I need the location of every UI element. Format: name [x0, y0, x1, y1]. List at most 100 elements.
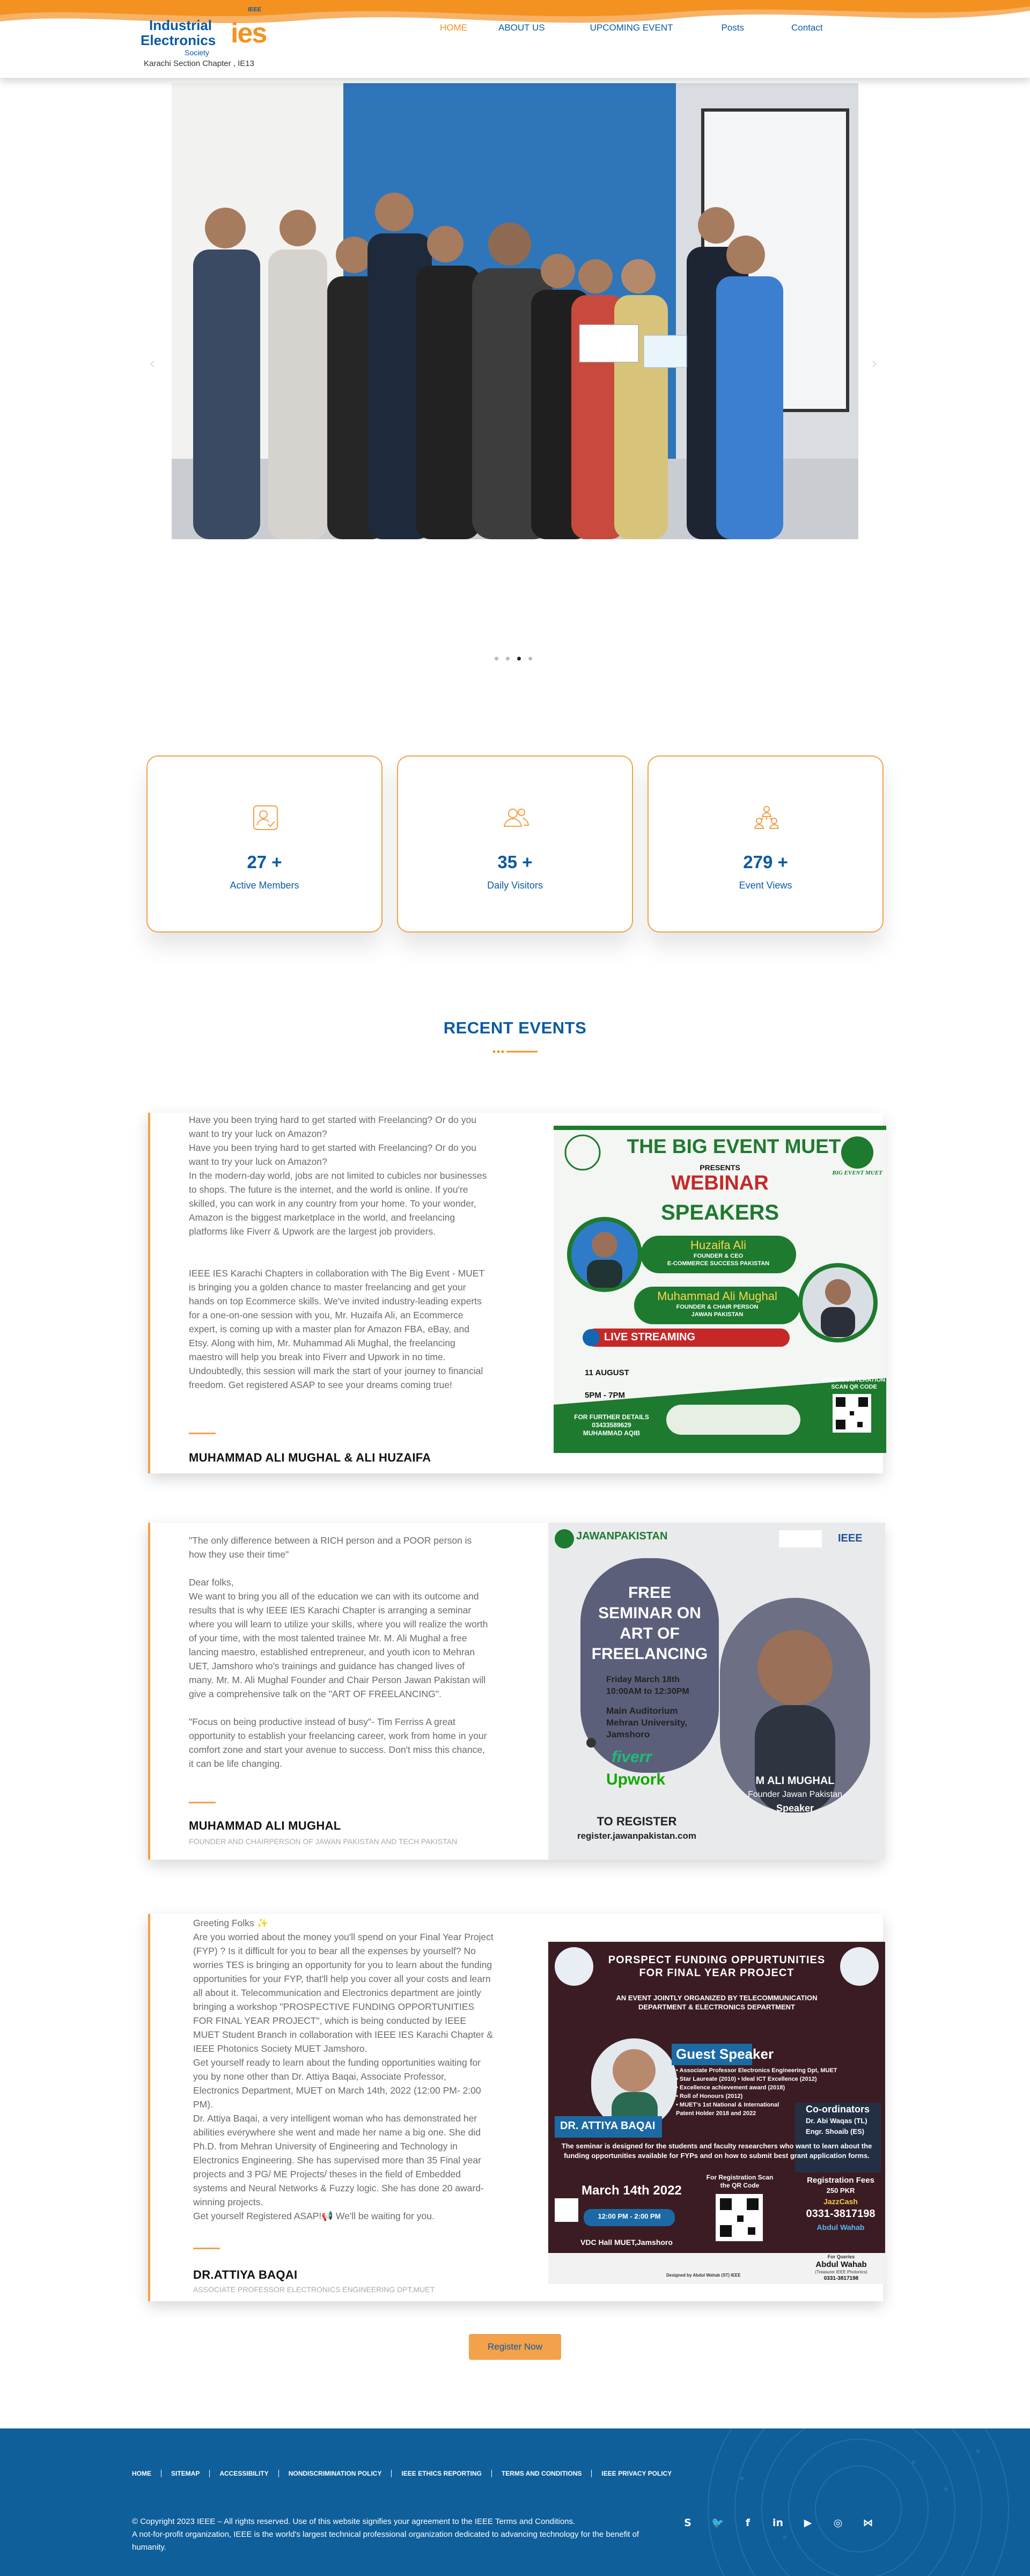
- instagram-icon[interactable]: ◎: [832, 2516, 844, 2529]
- event-card: Have you been trying hard to get started…: [148, 1113, 886, 1473]
- site-footer: HOME SITEMAP ACCESSIBILITY NONDISCRIMINA…: [0, 2428, 1030, 2576]
- footer-link-sitemap[interactable]: SITEMAP: [161, 2470, 210, 2477]
- logo-ieee-tag: IEEE: [248, 6, 262, 13]
- poster-contact-role: (Treasurer IEEE Photonics): [815, 2270, 867, 2274]
- poster-live: LIVE STREAMING: [604, 1331, 696, 1343]
- logo-subtitle: Karachi Section Chapter , IE13: [144, 59, 254, 68]
- section-title: RECENT EVENTS: [443, 1018, 587, 1037]
- carousel-dot[interactable]: [528, 657, 532, 660]
- skype-icon[interactable]: S: [681, 2516, 694, 2529]
- twitter-icon[interactable]: 🐦: [711, 2516, 724, 2529]
- event-speaker-role: FOUNDER AND CHAIRPERSON OF JAWAN PAKISTA…: [189, 1837, 458, 1846]
- poster-designed-by: Designed by Abdul Wahab (ST) IEEE: [666, 2273, 741, 2278]
- event-card: "The only difference between a RICH pers…: [148, 1523, 885, 1860]
- event-poster-freelancing[interactable]: JAWANPAKISTAN IEEE FREE SEMINAR ON ART O…: [548, 1523, 885, 1860]
- network-users-icon: [754, 806, 779, 829]
- poster-date: 11 AUGUST: [585, 1368, 629, 1377]
- footer-link-accessibility[interactable]: ACCESSIBILITY: [210, 2470, 279, 2477]
- stat-card-active-members: 27 + Active Members: [146, 755, 382, 933]
- stat-value: 279 +: [743, 852, 788, 872]
- poster-presents: PRESENTS: [700, 1163, 740, 1172]
- linkedin-icon[interactable]: in: [771, 2516, 784, 2529]
- youtube-icon[interactable]: ▶: [801, 2516, 814, 2529]
- logo-line2: Electronics: [141, 32, 216, 48]
- poster-speaker-title: Founder Jawan Pakistan: [747, 1790, 843, 1799]
- poster-contact-phone: 0331-3817198: [823, 2276, 859, 2281]
- poster-coord2: Engr. Shoaib (ES): [806, 2127, 865, 2135]
- stat-label: Event Views: [739, 880, 792, 891]
- logo-line1: Industrial: [149, 17, 212, 33]
- carousel-dots: [495, 657, 532, 660]
- poster-upwork: Upwork: [606, 1771, 666, 1788]
- poster-speaker-role: Speaker: [776, 1803, 814, 1814]
- poster-time: 12:00 PM - 2:00 PM: [598, 2212, 661, 2220]
- poster-url: register.jawanpakistan.com: [577, 1831, 697, 1841]
- event-description: Greeting Folks ✨ Are you worried about t…: [193, 1918, 494, 2221]
- footer-link-home[interactable]: HOME: [132, 2470, 161, 2477]
- poster-date: Friday March 18th 10:00AM to 12:30PM: [606, 1675, 689, 1696]
- social-links: S 🐦 f in ▶ ◎ ⋈: [681, 2516, 874, 2529]
- poster-fees-label: Registration Fees: [807, 2176, 874, 2185]
- event-speaker-name: DR.ATTIYA BAQAI: [193, 2268, 298, 2281]
- carousel-prev-icon[interactable]: ‹: [149, 354, 156, 373]
- facebook-icon[interactable]: f: [741, 2516, 754, 2529]
- poster-headline: FREE SEMINAR ON ART OF FREELANCING: [591, 1584, 708, 1663]
- poster-register: TO REGISTER: [597, 1815, 677, 1828]
- poster-fiverr: fiverr: [612, 1748, 652, 1766]
- poster-qr-label: FOR REGISTERATION SCAN QR CODE: [823, 1377, 885, 1390]
- poster-title: PORSPECT FUNDING OPPURTUNITIES FOR FINAL…: [608, 1954, 826, 1979]
- title-underline-decoration: [492, 1050, 538, 1053]
- poster-details: FOR FURTHER DETAILS 03433589629 MUHAMMAD…: [574, 1413, 649, 1437]
- nav-posts[interactable]: Posts: [722, 23, 745, 33]
- poster-fees: 250 PKR: [826, 2186, 855, 2195]
- carousel-dot[interactable]: [506, 657, 510, 660]
- carousel-dot-active[interactable]: [517, 657, 521, 660]
- poster-speaker-name: M ALI MUGHAL: [755, 1775, 835, 1787]
- stat-card-event-views: 279 + Event Views: [648, 755, 884, 933]
- footer-link-privacy[interactable]: IEEE PRIVACY POLICY: [592, 2470, 681, 2477]
- site-header: IEEE Industrial Electronics Society ies …: [0, 0, 1030, 78]
- nav-home[interactable]: HOME: [440, 23, 467, 33]
- poster-contact-name: Abdul Wahab: [815, 2260, 867, 2269]
- site-logo[interactable]: IEEE Industrial Electronics Society ies …: [141, 5, 296, 70]
- stat-value: 27 +: [247, 852, 282, 872]
- nav-about-us[interactable]: ABOUT US: [498, 23, 545, 33]
- event-poster-funding[interactable]: PORSPECT FUNDING OPPURTUNITIES FOR FINAL…: [548, 1942, 885, 2284]
- event-divider: [189, 1433, 216, 1434]
- register-now-button[interactable]: Register Now: [469, 2334, 561, 2360]
- event-speaker-role: ASSOCIATE PROFESSOR Electronics Engineer…: [193, 2285, 435, 2294]
- footer-link-nondiscrimination[interactable]: NONDISCRIMINATION POLICY: [279, 2470, 392, 2477]
- footer-link-ethics-reporting[interactable]: IEEE ETHICS REPORTING: [392, 2470, 492, 2477]
- event-poster-big-event[interactable]: THE BIG EVENT MUET BIG EVENT MUET PRESEN…: [554, 1126, 886, 1453]
- poster-account: Abdul Wahab: [816, 2223, 865, 2232]
- event-card: Greeting Folks ✨ Are you worried about t…: [148, 1914, 885, 2301]
- stat-label: Active Members: [230, 880, 299, 891]
- poster-webinar: WEBINAR: [671, 1172, 769, 1194]
- poster-subtitle: AN EVENT JOINTLY ORGANIZED BY TELECOMMUN…: [616, 1994, 818, 2011]
- poster-speaker: DR. ATTIYA BAQAI: [560, 2120, 656, 2132]
- poster-date: March 14th 2022: [582, 2183, 682, 2198]
- share-icon[interactable]: ⋈: [862, 2516, 874, 2529]
- user-check-icon: [253, 805, 278, 830]
- footer-link-terms[interactable]: TERMS AND CONDITIONS: [492, 2470, 592, 2477]
- poster-brand: JAWANPAKISTAN: [576, 1530, 668, 1542]
- poster-phone: 0331-3817198: [806, 2208, 876, 2220]
- nav-contact[interactable]: Contact: [791, 23, 823, 33]
- nav-upcoming-event[interactable]: UPCOMING EVENT: [590, 23, 673, 33]
- hero-photo: [172, 83, 858, 539]
- stat-label: Daily Visitors: [487, 880, 543, 891]
- poster-coord-title: Co-ordinators: [806, 2104, 870, 2115]
- event-divider: [193, 2248, 220, 2249]
- carousel-dot[interactable]: [495, 657, 498, 660]
- poster-heading: THE BIG EVENT MUET: [627, 1135, 841, 1157]
- event-speaker-name: MUHAMMAD ALI MUGHAL: [189, 1819, 341, 1832]
- stat-card-daily-visitors: 35 + Daily Visitors: [397, 755, 633, 933]
- poster-venue: VDC Hall MUET,Jamshoro: [580, 2238, 673, 2247]
- carousel-next-icon[interactable]: ›: [871, 354, 878, 373]
- event-divider: [189, 1802, 216, 1803]
- poster-speaker2-title: FOUNDER & CHAIR PERSON JAWAN PAKISTAN: [676, 1304, 759, 1318]
- hero-slide-image: [172, 83, 858, 539]
- poster-contact-label: For Queries: [827, 2254, 855, 2259]
- logo-society: Society: [185, 48, 209, 57]
- poster-guest: Guest Speaker: [676, 2046, 774, 2062]
